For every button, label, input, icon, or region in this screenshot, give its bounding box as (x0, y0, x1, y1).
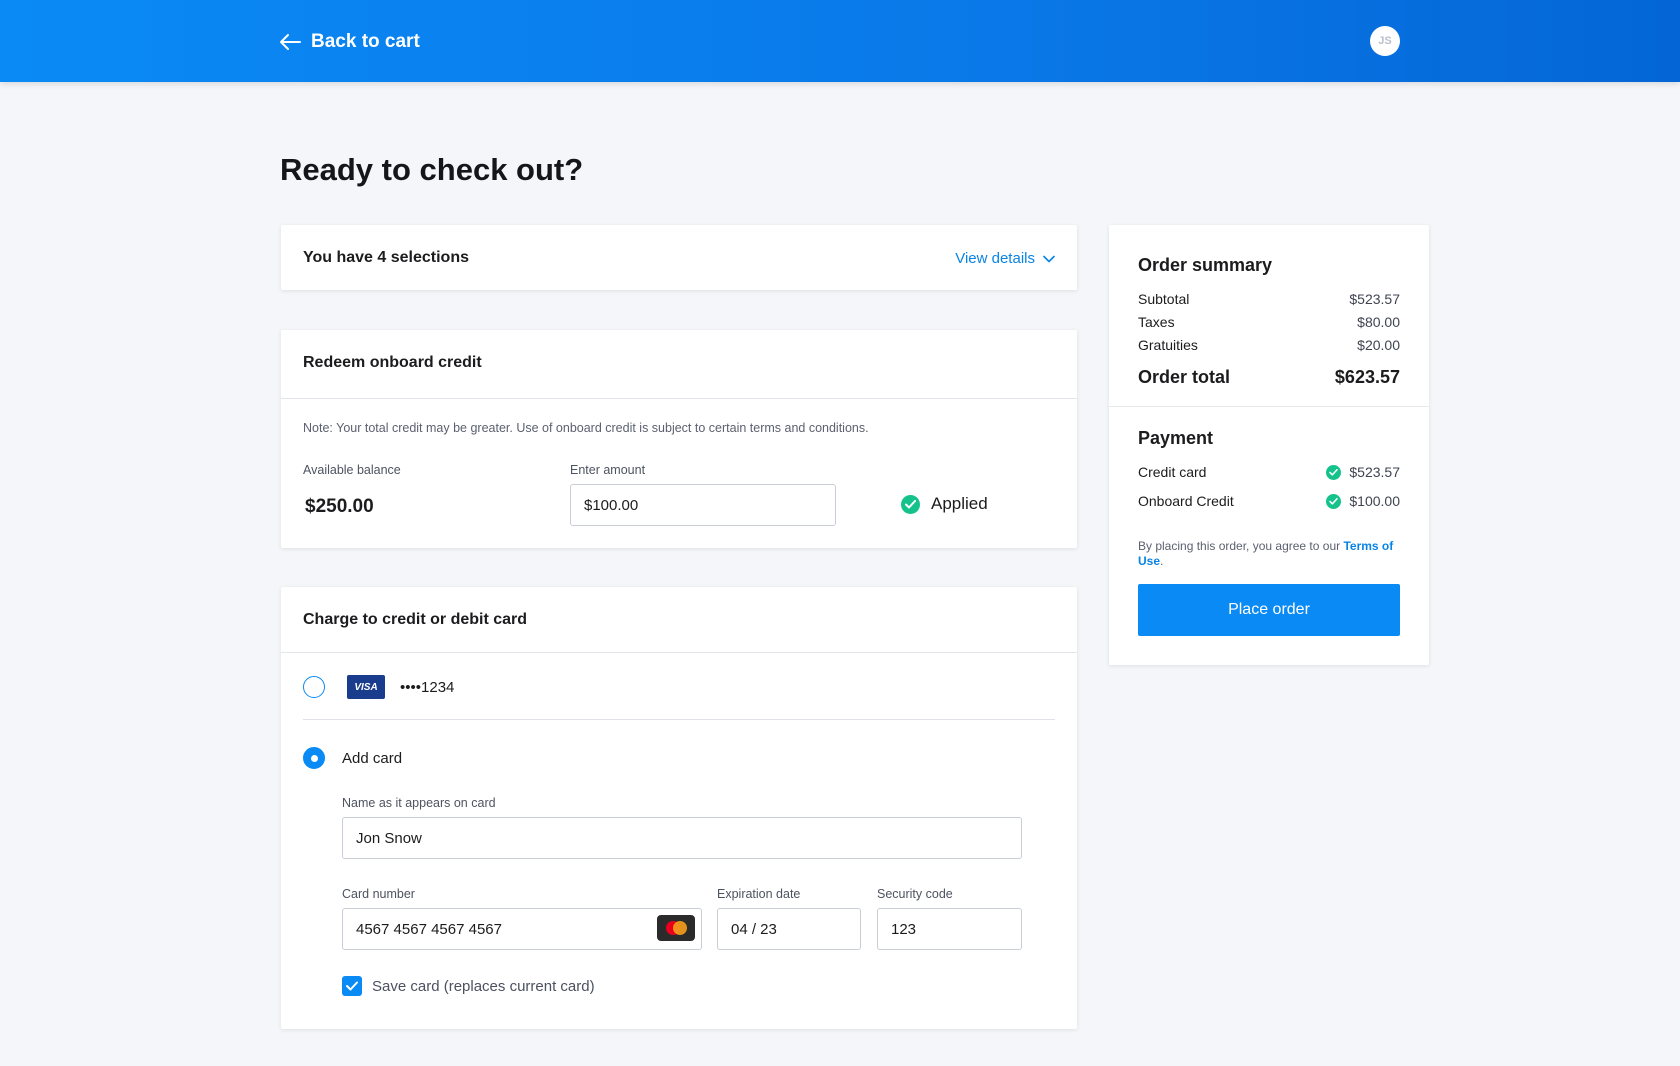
expiration-date-label: Expiration date (717, 887, 801, 901)
avatar[interactable]: JS (1370, 26, 1400, 56)
check-circle-icon (901, 494, 920, 514)
saved-card-number: ••••1234 (400, 679, 455, 696)
terms-text: By placing this order, you agree to our … (1138, 539, 1400, 569)
available-balance-value: $250.00 (305, 496, 374, 517)
payment-row-onboard-credit: Onboard Credit $100.00 (1138, 493, 1400, 509)
summary-value: $523.57 (1349, 291, 1400, 307)
charge-title: Charge to credit or debit card (303, 611, 528, 628)
payment-value: $100.00 (1349, 493, 1400, 509)
selections-card: You have 4 selections View details (281, 225, 1077, 290)
card-number-input[interactable] (342, 908, 702, 950)
redeem-title: Redeem onboard credit (303, 354, 482, 371)
summary-label: Taxes (1138, 314, 1175, 330)
order-total-label: Order total (1138, 367, 1231, 387)
divider (281, 398, 1077, 399)
selections-count-text: You have 4 selections (303, 249, 469, 266)
divider (281, 652, 1077, 653)
back-to-cart-label: Back to cart (311, 31, 420, 52)
applied-status: Applied (901, 494, 988, 514)
payment-row-credit-card: Credit card $523.57 (1138, 464, 1400, 480)
summary-row-subtotal: Subtotal $523.57 (1138, 291, 1400, 307)
order-total-value: $623.57 (1334, 367, 1400, 387)
add-card-radio[interactable] (303, 747, 325, 769)
arrow-left-icon (280, 34, 301, 50)
charge-card-section: Charge to credit or debit card VISA ••••… (281, 587, 1077, 1029)
saved-card-radio[interactable] (303, 676, 325, 698)
summary-value: $80.00 (1357, 314, 1400, 330)
enter-amount-label: Enter amount (570, 463, 646, 477)
save-card-checkbox[interactable] (342, 976, 362, 996)
top-bar: Back to cart JS (0, 0, 1680, 82)
order-summary-title: Order summary (1138, 255, 1273, 275)
redeem-credit-card: Redeem onboard credit Note: Your total c… (281, 330, 1077, 548)
available-balance-label: Available balance (303, 463, 401, 477)
terms-suffix: . (1160, 554, 1164, 568)
payment-label: Credit card (1138, 464, 1207, 480)
payment-value: $523.57 (1349, 464, 1400, 480)
applied-label: Applied (931, 494, 988, 513)
terms-prefix: By placing this order, you agree to our (1138, 539, 1344, 553)
payment-title: Payment (1138, 428, 1214, 448)
chevron-down-icon (1043, 255, 1055, 262)
view-details-label: View details (955, 250, 1035, 267)
check-circle-icon (1326, 464, 1342, 480)
summary-row-gratuities: Gratuities $20.00 (1138, 337, 1400, 353)
divider (303, 719, 1055, 720)
expiration-date-input[interactable] (717, 908, 861, 950)
card-number-label: Card number (342, 887, 415, 901)
visa-icon: VISA (347, 675, 385, 699)
summary-value: $20.00 (1357, 337, 1400, 353)
page-title: Ready to check out? (280, 152, 584, 187)
summary-label: Gratuities (1138, 337, 1198, 353)
credit-note: Note: Your total credit may be greater. … (303, 421, 869, 435)
save-card-label: Save card (replaces current card) (372, 978, 595, 995)
payment-label: Onboard Credit (1138, 493, 1234, 509)
credit-amount-input[interactable] (570, 484, 836, 526)
order-total-row: Order total $623.57 (1138, 367, 1400, 388)
security-code-label: Security code (877, 887, 953, 901)
order-summary-card: Order summary Subtotal $523.57 Taxes $80… (1109, 225, 1429, 665)
security-code-input[interactable] (877, 908, 1022, 950)
card-number-field (342, 908, 702, 950)
divider (1109, 406, 1429, 407)
mastercard-icon (657, 915, 695, 941)
add-card-label: Add card (342, 750, 403, 767)
summary-row-taxes: Taxes $80.00 (1138, 314, 1400, 330)
view-details-button[interactable]: View details (955, 250, 1055, 267)
cardholder-name-input[interactable] (342, 817, 1022, 859)
place-order-button[interactable]: Place order (1138, 584, 1400, 636)
summary-label: Subtotal (1138, 291, 1190, 307)
back-to-cart-link[interactable]: Back to cart (279, 27, 420, 57)
checkmark-icon (346, 981, 358, 991)
cardholder-name-label: Name as it appears on card (342, 796, 496, 810)
check-circle-icon (1326, 493, 1342, 509)
